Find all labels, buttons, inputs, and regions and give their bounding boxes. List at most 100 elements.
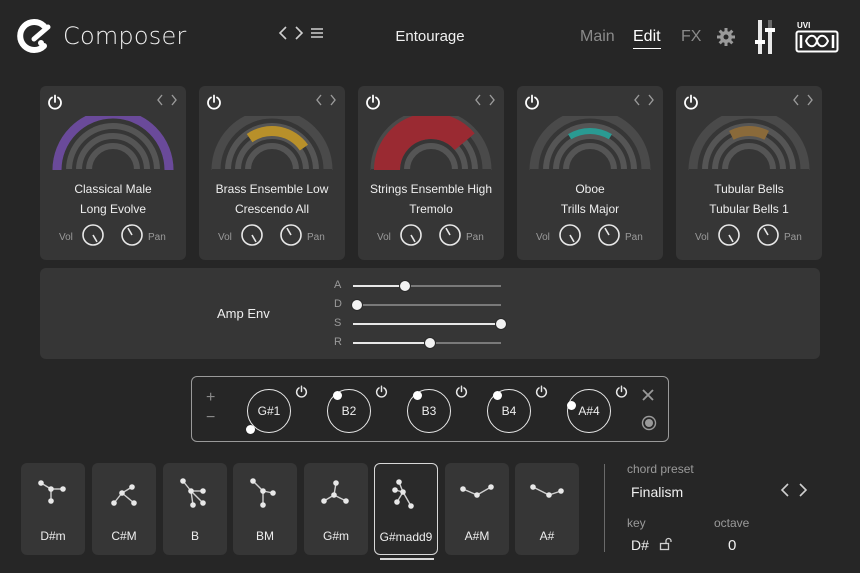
instrument-name[interactable]: Tubular Bells [676, 182, 822, 196]
instrument-articulation[interactable]: Crescendo All [199, 202, 345, 216]
key-value[interactable]: D# [631, 537, 649, 553]
chevron-left-icon[interactable] [633, 94, 641, 106]
remove-note-button[interactable]: − [206, 409, 215, 427]
chevron-left-icon[interactable] [780, 483, 790, 497]
selected-chord-underline [380, 558, 434, 560]
volume-knob[interactable] [717, 223, 741, 247]
mixer-icon[interactable] [754, 18, 778, 56]
tab-edit[interactable]: Edit [633, 28, 661, 49]
chord-button[interactable]: D#m [21, 463, 85, 555]
slider-track[interactable] [353, 280, 501, 292]
layer-arc-meter [52, 116, 174, 171]
power-icon[interactable] [455, 385, 468, 398]
env-param-label: R [334, 336, 342, 348]
slider-handle[interactable] [398, 280, 411, 292]
instrument-name[interactable]: Strings Ensemble High [358, 182, 504, 196]
chord-button[interactable]: A# [515, 463, 579, 555]
volume-knob[interactable] [558, 223, 582, 247]
chord-button[interactable]: G#m [304, 463, 368, 555]
chevron-right-icon[interactable] [488, 94, 496, 106]
close-icon[interactable] [641, 388, 655, 402]
composer-logo-icon [17, 19, 51, 53]
env-slider-a[interactable]: A [334, 279, 509, 292]
chord-label: B [190, 529, 199, 543]
chord-note[interactable]: A#4 [567, 389, 611, 433]
pan-knob[interactable] [597, 223, 621, 247]
note-velocity-handle[interactable] [246, 425, 255, 434]
pan-knob[interactable] [279, 223, 303, 247]
power-icon[interactable] [524, 94, 540, 110]
chord-shape-icon [180, 478, 206, 508]
chord-preset-value[interactable]: Finalism [631, 484, 683, 500]
chord-button[interactable]: A#M [445, 463, 509, 555]
instrument-name[interactable]: Classical Male [40, 182, 186, 196]
env-slider-r[interactable]: R [334, 336, 509, 349]
chevron-right-icon[interactable] [329, 94, 337, 106]
chord-button[interactable]: G#madd9 [374, 463, 438, 555]
pan-knob[interactable] [756, 223, 780, 247]
power-icon[interactable] [683, 94, 699, 110]
slider-track[interactable] [353, 318, 507, 330]
slider-handle[interactable] [423, 337, 436, 349]
power-icon[interactable] [295, 385, 308, 398]
chevron-left-icon[interactable] [315, 94, 323, 106]
note-velocity-handle[interactable] [567, 401, 576, 410]
chevron-right-icon[interactable] [806, 94, 814, 106]
chord-shape-icon [392, 479, 414, 509]
pan-knob[interactable] [120, 223, 144, 247]
chord-preset-nav [780, 483, 808, 497]
chevron-left-icon[interactable] [474, 94, 482, 106]
volume-knob[interactable] [240, 223, 264, 247]
add-note-button[interactable]: + [206, 389, 215, 407]
chevron-right-icon[interactable] [647, 94, 655, 106]
volume-knob[interactable] [81, 223, 105, 247]
octave-value[interactable]: 0 [728, 537, 736, 554]
unlock-icon[interactable] [659, 537, 673, 551]
power-icon[interactable] [535, 385, 548, 398]
chord-shape-icon [38, 480, 66, 504]
chord-button[interactable]: B [163, 463, 227, 555]
pan-label: Pan [466, 232, 484, 243]
slider-track[interactable] [353, 337, 501, 349]
chevron-left-icon[interactable] [278, 26, 288, 40]
chevron-right-icon[interactable] [294, 26, 304, 40]
slider-track[interactable] [351, 299, 501, 311]
instrument-articulation[interactable]: Tubular Bells 1 [676, 202, 822, 216]
vol-label: Vol [695, 232, 709, 243]
chevron-left-icon[interactable] [156, 94, 164, 106]
instrument-name[interactable]: Brass Ensemble Low [199, 182, 345, 196]
slider-handle[interactable] [351, 299, 364, 311]
env-param-label: A [334, 279, 342, 291]
chord-button[interactable]: BM [233, 463, 297, 555]
chevron-right-icon[interactable] [170, 94, 178, 106]
power-icon[interactable] [615, 385, 628, 398]
tab-main[interactable]: Main [580, 28, 615, 46]
volume-knob[interactable] [399, 223, 423, 247]
menu-icon[interactable] [310, 27, 324, 39]
instrument-articulation[interactable]: Tremolo [358, 202, 504, 216]
power-icon[interactable] [47, 94, 63, 110]
power-icon[interactable] [206, 94, 222, 110]
note-velocity-handle[interactable] [493, 391, 502, 400]
power-icon[interactable] [375, 385, 388, 398]
pan-label: Pan [784, 232, 802, 243]
slider-handle[interactable] [495, 318, 507, 330]
env-slider-s[interactable]: S [334, 317, 509, 330]
gear-icon[interactable] [716, 27, 736, 47]
vol-label: Vol [536, 232, 550, 243]
note-velocity-handle[interactable] [333, 391, 342, 400]
instrument-articulation[interactable]: Long Evolve [40, 202, 186, 216]
tab-fx[interactable]: FX [681, 28, 701, 46]
pan-knob[interactable] [438, 223, 462, 247]
preset-name[interactable]: Entourage [360, 28, 500, 45]
chevron-left-icon[interactable] [792, 94, 800, 106]
instrument-name[interactable]: Oboe [517, 182, 663, 196]
power-icon[interactable] [365, 94, 381, 110]
note-velocity-handle[interactable] [413, 391, 422, 400]
chevron-right-icon[interactable] [798, 483, 808, 497]
env-param-label: D [334, 298, 342, 310]
record-icon[interactable] [641, 415, 657, 431]
chord-button[interactable]: C#M [92, 463, 156, 555]
instrument-articulation[interactable]: Trills Major [517, 202, 663, 216]
env-slider-d[interactable]: D [334, 298, 509, 311]
